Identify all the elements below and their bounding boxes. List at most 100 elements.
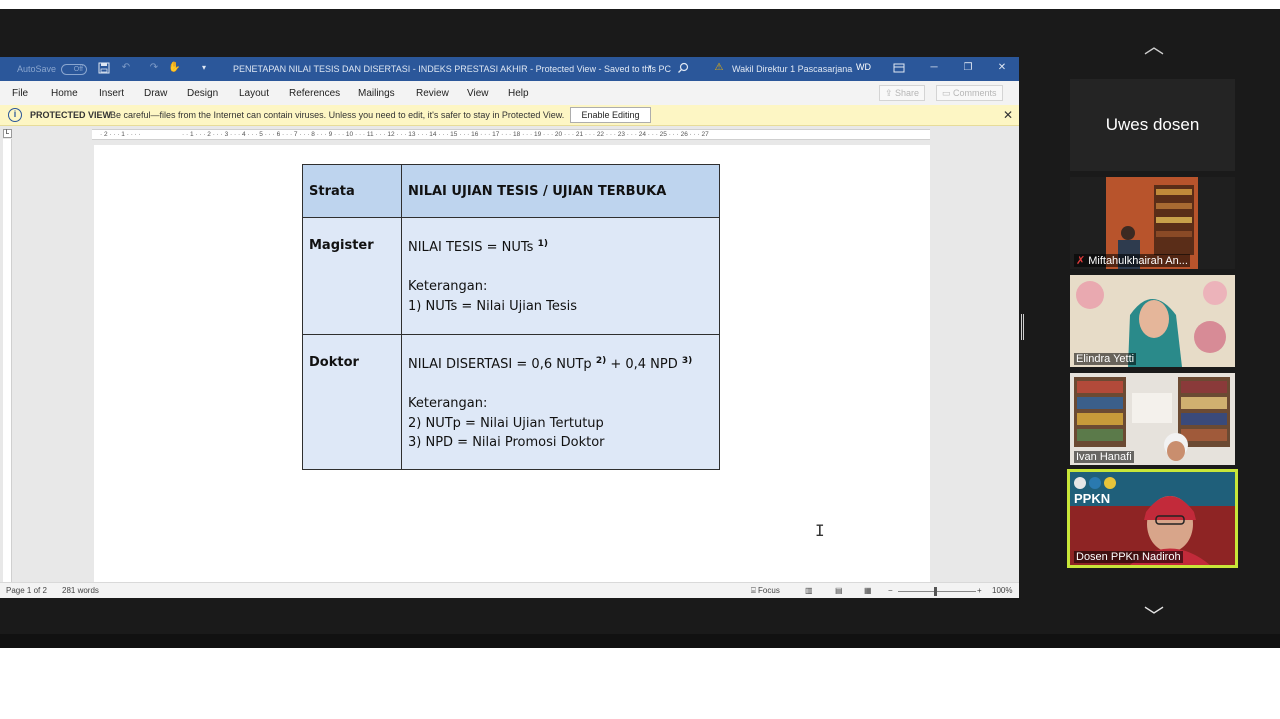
ribbon-display-icon[interactable] <box>893 62 905 74</box>
zoom-in-icon[interactable]: + <box>977 586 982 595</box>
protected-view-message: Be careful—files from the Internet can c… <box>110 110 565 120</box>
magister-cell: NILAI TESIS = NUTs 1) Keterangan: 1) NUT… <box>401 217 720 335</box>
tab-mailings[interactable]: Mailings <box>358 88 395 99</box>
focus-label: Focus <box>758 586 780 595</box>
page-count[interactable]: Page 1 of 2 <box>6 586 47 595</box>
doktor-footnote-3: 3) <box>681 356 693 366</box>
doktor-formula: NILAI DISERTASI = 0,6 NUTp 2) + 0,4 NPD … <box>408 355 713 375</box>
header-strata: Strata <box>302 164 402 218</box>
protected-view-title: PROTECTED VIEW <box>30 110 112 120</box>
tab-home[interactable]: Home <box>51 88 78 99</box>
tab-layout[interactable]: Layout <box>239 88 269 99</box>
user-initials[interactable]: WD <box>856 62 871 72</box>
shield-icon: i <box>8 108 22 122</box>
tab-references[interactable]: References <box>289 88 340 99</box>
tab-review[interactable]: Review <box>416 88 449 99</box>
horizontal-ruler[interactable]: · 2 · · · 1 · · · · · · 1 · · · 2 · · · … <box>92 129 930 140</box>
ribbon-tabs: File Home Insert Draw Design Layout Refe… <box>0 81 1019 105</box>
search-icon[interactable] <box>677 62 689 74</box>
close-icon[interactable]: ✕ <box>1003 108 1013 122</box>
doktor-label: Doktor <box>302 334 402 470</box>
tab-draw[interactable]: Draw <box>144 88 167 99</box>
doktor-cell: NILAI DISERTASI = 0,6 NUTp 2) + 0,4 NPD … <box>401 334 720 470</box>
minimize-icon[interactable]: ─ <box>928 62 940 74</box>
zoom-level[interactable]: 100% <box>992 586 1012 595</box>
zoom-slider-thumb[interactable] <box>934 587 937 596</box>
comments-button[interactable]: ▭ Comments <box>936 85 1003 101</box>
grades-table: Strata NILAI UJIAN TESIS / UJIAN TERBUKA… <box>302 164 720 470</box>
magister-formula-text: NILAI TESIS = NUTs <box>408 240 534 255</box>
top-strip <box>0 0 1280 9</box>
zoom-out-icon[interactable]: − <box>888 586 893 595</box>
tab-insert[interactable]: Insert <box>99 88 124 99</box>
participant-name: Miftahulkhairah An... <box>1088 255 1188 267</box>
save-icon[interactable] <box>98 62 110 74</box>
chevron-up-icon[interactable]: ︿ <box>1137 30 1171 58</box>
participant-tile[interactable]: Uwes dosen <box>1070 79 1235 171</box>
document-page[interactable]: Strata NILAI UJIAN TESIS / UJIAN TERBUKA… <box>94 145 930 585</box>
touch-mode-icon[interactable]: ✋ <box>168 62 180 74</box>
tab-design[interactable]: Design <box>187 88 218 99</box>
magister-keterangan: Keterangan: <box>408 279 488 294</box>
redo-icon[interactable]: ↷ <box>148 62 160 74</box>
status-bar: Page 1 of 2 281 words ⌸ Focus ▥ ▤ ▦ − + … <box>0 582 1019 598</box>
share-label: Share <box>895 88 920 98</box>
mic-muted-icon: ✗ <box>1076 255 1086 267</box>
magister-formula: NILAI TESIS = NUTs 1) <box>408 238 713 258</box>
vertical-ruler[interactable] <box>3 139 12 584</box>
tab-file[interactable]: File <box>12 88 28 99</box>
tab-help[interactable]: Help <box>508 88 529 99</box>
doktor-formula-a: NILAI DISERTASI = 0,6 NUTp <box>408 357 592 372</box>
doktor-formula-b: + 0,4 NPD <box>606 357 678 372</box>
undo-icon[interactable]: ↶ <box>120 62 132 74</box>
word-window: AutoSave Off ↶ ↷ ✋ ▾ PENETAPAN NILAI TES… <box>0 57 1019 598</box>
print-layout-icon[interactable]: ▤ <box>835 586 843 595</box>
title-dropdown-icon[interactable]: ▾ <box>644 62 656 74</box>
participant-name: Dosen PPKn Nadiroh <box>1074 551 1183 563</box>
user-name[interactable]: Wakil Direktur 1 Pascasarjana <box>732 64 852 74</box>
doktor-note-2: 2) NUTp = Nilai Ujian Tertutup <box>408 415 604 431</box>
close-icon[interactable]: ✕ <box>996 62 1008 74</box>
title-bar: AutoSave Off ↶ ↷ ✋ ▾ PENETAPAN NILAI TES… <box>0 57 1019 81</box>
participant-name-tag: ✗ Miftahulkhairah An... <box>1074 254 1190 267</box>
participant-name: Uwes dosen <box>1105 115 1200 134</box>
warning-icon: ⚠ <box>714 62 724 73</box>
table-row-magister: Magister NILAI TESIS = NUTs 1) Keteranga… <box>302 217 720 335</box>
participant-tile[interactable]: ✗ Miftahulkhairah An... <box>1070 177 1235 269</box>
magister-note-1: 1) NUTs = Nilai Ujian Tesis <box>408 298 578 314</box>
participant-tile[interactable]: Elindra Yetti <box>1070 275 1235 367</box>
comments-label: Comments <box>953 88 997 98</box>
autosave-label: AutoSave <box>17 64 57 74</box>
tab-view[interactable]: View <box>467 88 489 99</box>
magister-label: Magister <box>302 217 402 335</box>
chevron-down-icon[interactable]: ﹀ <box>1137 600 1171 628</box>
word-count[interactable]: 281 words <box>62 586 99 595</box>
split-view-handle[interactable] <box>1021 314 1024 340</box>
doktor-keterangan: Keterangan: <box>408 396 488 411</box>
customize-qat-icon[interactable]: ▾ <box>198 62 210 74</box>
participant-tile-active-speaker[interactable]: PPKN Dosen PPKn Nadiroh <box>1067 469 1238 568</box>
ppkn-logo-text: PPKN <box>1074 491 1110 506</box>
tab-selector[interactable]: L <box>3 129 12 138</box>
enable-editing-button[interactable]: Enable Editing <box>570 107 651 123</box>
bottom-margin <box>0 648 1280 719</box>
table-row-doktor: Doktor NILAI DISERTASI = 0,6 NUTp 2) + 0… <box>302 334 720 470</box>
zoom-meeting-toolbar <box>0 634 1280 648</box>
autosave-toggle[interactable]: Off <box>61 64 87 75</box>
restore-icon[interactable]: ❐ <box>962 62 974 74</box>
participant-name: Elindra Yetti <box>1074 353 1137 365</box>
doktor-note-3: 3) NPD = Nilai Promosi Doktor <box>408 435 605 450</box>
table-header-row: Strata NILAI UJIAN TESIS / UJIAN TERBUKA <box>302 164 720 218</box>
participant-tile[interactable]: Ivan Hanafi <box>1070 373 1235 465</box>
header-nilai: NILAI UJIAN TESIS / UJIAN TERBUKA <box>401 164 720 218</box>
protected-view-bar: i PROTECTED VIEW Be careful—files from t… <box>0 105 1019 126</box>
document-title: PENETAPAN NILAI TESIS DAN DISERTASI - IN… <box>233 64 671 74</box>
focus-button[interactable]: ⌸ Focus <box>751 586 780 596</box>
participant-name: Ivan Hanafi <box>1074 451 1134 463</box>
read-mode-icon[interactable]: ▥ <box>805 586 813 595</box>
magister-footnote: 1) <box>537 239 548 249</box>
web-layout-icon[interactable]: ▦ <box>864 586 872 595</box>
share-button[interactable]: ⇪ Share <box>879 85 926 101</box>
zoom-slider[interactable] <box>898 591 976 592</box>
doktor-footnote-2: 2) <box>595 356 607 366</box>
